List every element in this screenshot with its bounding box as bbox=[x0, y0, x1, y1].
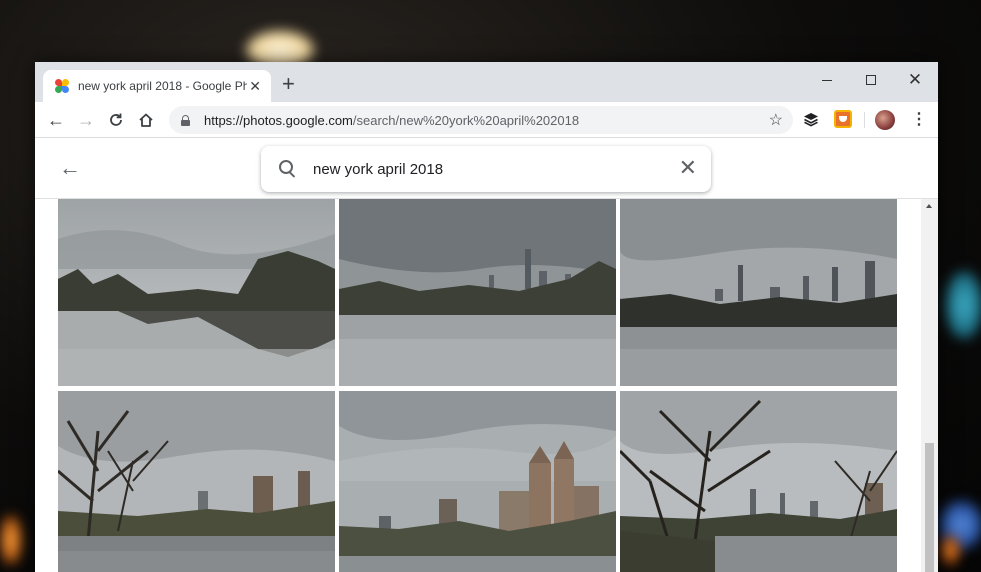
tab-google-photos[interactable]: new york april 2018 - Google Photos ✕ bbox=[43, 70, 271, 102]
photo-thumbnail[interactable] bbox=[339, 391, 616, 572]
extension-layers-icon[interactable] bbox=[802, 110, 820, 128]
background-light bbox=[944, 270, 981, 340]
background-light bbox=[940, 535, 960, 565]
photo-thumbnail[interactable] bbox=[58, 199, 335, 386]
photo-thumbnail[interactable] bbox=[339, 199, 616, 386]
minimize-button[interactable] bbox=[815, 68, 839, 92]
new-tab-button[interactable]: + bbox=[282, 73, 295, 95]
browser-toolbar: ← → https://photos.google.com/search/new… bbox=[35, 102, 938, 138]
photo-thumbnail[interactable] bbox=[58, 391, 335, 572]
home-icon[interactable] bbox=[133, 107, 159, 133]
extension-badge-icon[interactable] bbox=[834, 110, 852, 128]
background-light bbox=[0, 515, 22, 565]
browser-window: new york april 2018 - Google Photos ✕ + … bbox=[35, 62, 938, 572]
url-host: https://photos.google.com bbox=[204, 112, 353, 128]
search-results-grid bbox=[58, 199, 900, 572]
forward-arrow-icon[interactable]: → bbox=[73, 107, 99, 133]
page-scrollbar[interactable] bbox=[921, 199, 938, 572]
tab-strip: new york april 2018 - Google Photos ✕ + … bbox=[35, 62, 938, 102]
photo-thumbnail[interactable] bbox=[620, 199, 897, 386]
lock-icon bbox=[181, 114, 190, 126]
scrollbar-thumb[interactable] bbox=[925, 443, 934, 572]
back-arrow-icon[interactable]: ← bbox=[59, 157, 81, 179]
photo-thumbnail[interactable] bbox=[620, 391, 897, 572]
search-input[interactable] bbox=[313, 160, 653, 178]
browser-menu-icon[interactable]: ⋮ bbox=[911, 110, 927, 130]
google-photos-page: ← ✕ bbox=[35, 139, 938, 572]
url-path: /search/new%20york%20april%202018 bbox=[352, 112, 580, 128]
photos-app-bar: ← ✕ bbox=[35, 139, 938, 199]
bookmark-star-icon[interactable]: ☆ bbox=[769, 110, 783, 130]
url-text: https://photos.google.com/search/new%20y… bbox=[204, 113, 579, 128]
maximize-button[interactable] bbox=[859, 68, 883, 92]
scroll-up-arrow-icon[interactable] bbox=[926, 204, 932, 208]
tab-close-icon[interactable]: ✕ bbox=[247, 78, 263, 95]
clear-search-icon[interactable]: ✕ bbox=[679, 157, 697, 179]
address-bar[interactable]: https://photos.google.com/search/new%20y… bbox=[169, 106, 793, 134]
window-close-button[interactable]: ✕ bbox=[903, 68, 927, 92]
profile-avatar[interactable] bbox=[875, 110, 895, 130]
toolbar-divider bbox=[864, 112, 865, 128]
google-photos-favicon-icon bbox=[55, 79, 69, 93]
search-icon[interactable] bbox=[279, 160, 297, 178]
reload-icon[interactable] bbox=[103, 107, 129, 133]
tab-title: new york april 2018 - Google Photos bbox=[77, 79, 248, 93]
back-arrow-icon[interactable]: ← bbox=[43, 107, 69, 133]
photos-search-box[interactable]: ✕ bbox=[261, 146, 711, 192]
